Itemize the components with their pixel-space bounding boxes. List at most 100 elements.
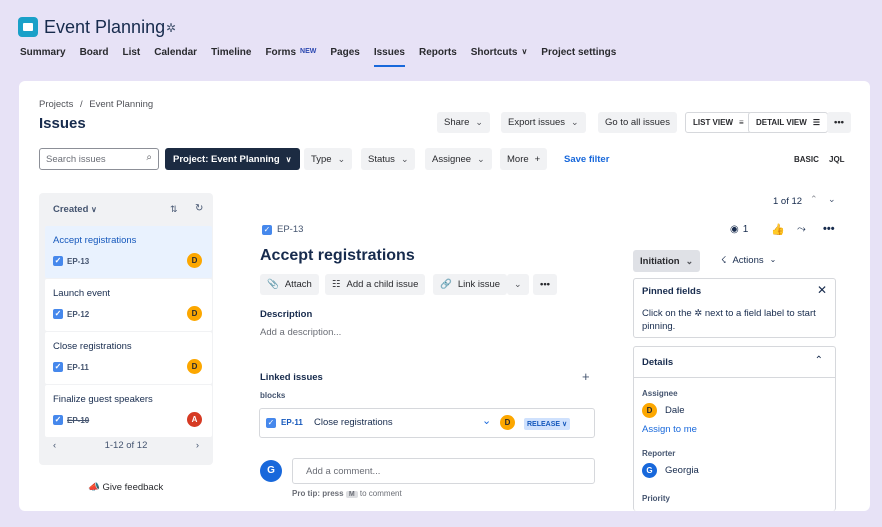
status-filter[interactable]: Status ⌄: [361, 148, 416, 170]
breadcrumb-project[interactable]: Event Planning: [89, 99, 153, 110]
pinned-fields-panel: Pinned fields ✕ Click on the ✲ next to a…: [633, 278, 836, 338]
refresh-icon[interactable]: ↻: [195, 203, 203, 214]
chevron-down-icon[interactable]: ⌄: [828, 194, 836, 205]
issue-counter: 1 of 12: [773, 196, 803, 207]
chevron-down-icon: ⌄: [571, 117, 579, 127]
link-icon: 🔗: [440, 279, 452, 290]
link-issue-dropdown[interactable]: ⌄: [507, 274, 529, 295]
jql-toggle[interactable]: JQL: [822, 149, 852, 169]
assign-to-me-link[interactable]: Assign to me: [642, 424, 697, 435]
nav-summary[interactable]: Summary: [20, 47, 66, 67]
project-filter[interactable]: Project: Event Planning ∨: [165, 148, 300, 170]
assignee-filter[interactable]: Assignee ⌄: [425, 148, 492, 170]
nav-reports[interactable]: Reports: [419, 47, 457, 67]
issue-title[interactable]: Accept registrations: [260, 247, 415, 265]
chevron-down-icon: ∨: [91, 205, 97, 214]
chevron-down-icon: ∨: [521, 47, 528, 56]
chevron-down-icon: ⌄: [769, 255, 777, 264]
status-badge[interactable]: RELEASE ∨: [524, 418, 571, 430]
task-checkbox-icon: ✓: [262, 224, 272, 235]
list-item[interactable]: Finalize guest speakers ✓ EP-10 A: [45, 385, 212, 437]
list-icon: ≡: [739, 118, 744, 127]
issue-key[interactable]: ✓ EP-13: [262, 224, 303, 235]
chevron-down-icon: ⌄: [400, 153, 409, 164]
project-nav: Summary Board List Calendar Timeline For…: [20, 47, 630, 67]
export-issues-button[interactable]: Export issues ⌄: [501, 112, 586, 133]
nav-forms[interactable]: Forms NEW: [265, 47, 316, 67]
reporter-field[interactable]: G Georgia: [642, 463, 699, 478]
description-label: Description: [260, 309, 313, 320]
share-icon[interactable]: ⤳: [797, 223, 806, 236]
page-title: Issues: [39, 115, 86, 132]
pin-icon[interactable]: ✲: [166, 21, 176, 35]
list-item[interactable]: Close registrations ✓ EP-11 D: [45, 332, 212, 384]
more-actions-button[interactable]: •••: [533, 274, 557, 295]
task-checkbox-icon: ✓: [53, 415, 63, 425]
detail-view-button[interactable]: DETAIL VIEW ☰: [748, 112, 828, 133]
nav-timeline[interactable]: Timeline: [211, 47, 251, 67]
nav-board[interactable]: Board: [80, 47, 109, 67]
breadcrumb-projects[interactable]: Projects: [39, 99, 73, 110]
prev-page-icon[interactable]: ‹: [53, 440, 56, 451]
more-filters-button[interactable]: More +: [500, 148, 548, 170]
task-checkbox-icon: ✓: [53, 256, 63, 266]
task-checkbox-icon: ✓: [266, 418, 276, 428]
sort-dropdown[interactable]: Created ∨: [53, 204, 97, 215]
nav-pages[interactable]: Pages: [330, 47, 359, 67]
more-icon[interactable]: •••: [823, 223, 835, 235]
detail-view-icon: ☰: [812, 118, 820, 127]
nav-shortcuts[interactable]: Shortcuts ∨: [471, 47, 528, 67]
nav-issues[interactable]: Issues: [373, 47, 405, 67]
keyboard-key: M: [345, 491, 358, 498]
chevron-up-icon[interactable]: ⌃: [810, 194, 818, 205]
close-icon[interactable]: ✕: [817, 283, 827, 297]
comment-input[interactable]: Add a comment...: [292, 458, 595, 484]
nav-calendar[interactable]: Calendar: [154, 47, 197, 67]
search-icon: ⌕: [146, 152, 152, 163]
link-issue-button[interactable]: 🔗 Link issue: [433, 274, 508, 295]
type-filter[interactable]: Type ⌄: [304, 148, 353, 170]
give-feedback-button[interactable]: 📣 Give feedback: [88, 482, 163, 493]
save-filter-link[interactable]: Save filter: [564, 154, 609, 165]
status-dropdown[interactable]: Initiation ⌄: [633, 250, 701, 272]
thumbs-up-icon[interactable]: 👍: [771, 223, 785, 236]
search-input[interactable]: Search issues ⌕: [39, 148, 159, 170]
chevron-down-icon: ⌄: [477, 153, 485, 164]
task-checkbox-icon: ✓: [53, 309, 63, 319]
more-actions-button[interactable]: •••: [827, 112, 851, 133]
list-item[interactable]: Launch event ✓ EP-12 D: [45, 279, 212, 331]
scrollbar[interactable]: [613, 188, 618, 508]
chevron-down-icon: ⌄: [337, 153, 346, 164]
actions-dropdown[interactable]: ☇ Actions ⌄: [721, 255, 776, 266]
project-icon: [18, 17, 38, 37]
task-checkbox-icon: ✓: [53, 362, 63, 372]
avatar: G: [642, 463, 657, 478]
linked-issue-row[interactable]: ✓ EP-11 Close registrations ⌄ D RELEASE …: [259, 408, 595, 438]
pagination: ‹ 1-12 of 12 ›: [53, 440, 199, 451]
nav-project-settings[interactable]: Project settings: [541, 47, 616, 67]
share-button[interactable]: Share ⌄: [437, 112, 490, 133]
add-child-issue-button[interactable]: ☷ Add a child issue: [325, 274, 426, 295]
link-type: blocks: [260, 391, 286, 400]
go-to-all-issues-button[interactable]: Go to all issues: [598, 112, 677, 133]
avatar: D: [642, 403, 657, 418]
lightning-icon: ☇: [721, 255, 727, 266]
sort-order-icon[interactable]: ⇅: [170, 204, 178, 215]
basic-toggle[interactable]: BASIC: [787, 149, 826, 169]
priority-label: Priority: [642, 494, 671, 503]
attach-button[interactable]: 📎 Attach: [260, 274, 319, 295]
description-field[interactable]: Add a description...: [260, 327, 341, 338]
list-item[interactable]: Accept registrations ✓ EP-13 D: [45, 226, 212, 278]
nav-list[interactable]: List: [122, 47, 140, 67]
avatar: D: [187, 359, 202, 374]
avatar: D: [187, 253, 202, 268]
next-page-icon[interactable]: ›: [196, 440, 199, 451]
watch-button[interactable]: ◉ 1: [730, 224, 748, 235]
add-linked-issue-icon[interactable]: +: [582, 369, 590, 384]
list-view-button[interactable]: LIST VIEW ≡: [685, 112, 752, 133]
chevron-down-icon: ⌄: [475, 117, 483, 127]
chevron-up-icon[interactable]: ⌃: [815, 355, 823, 366]
avatar: D: [187, 306, 202, 321]
assignee-field[interactable]: D Dale: [642, 403, 685, 418]
assignee-label: Assignee: [642, 389, 678, 398]
